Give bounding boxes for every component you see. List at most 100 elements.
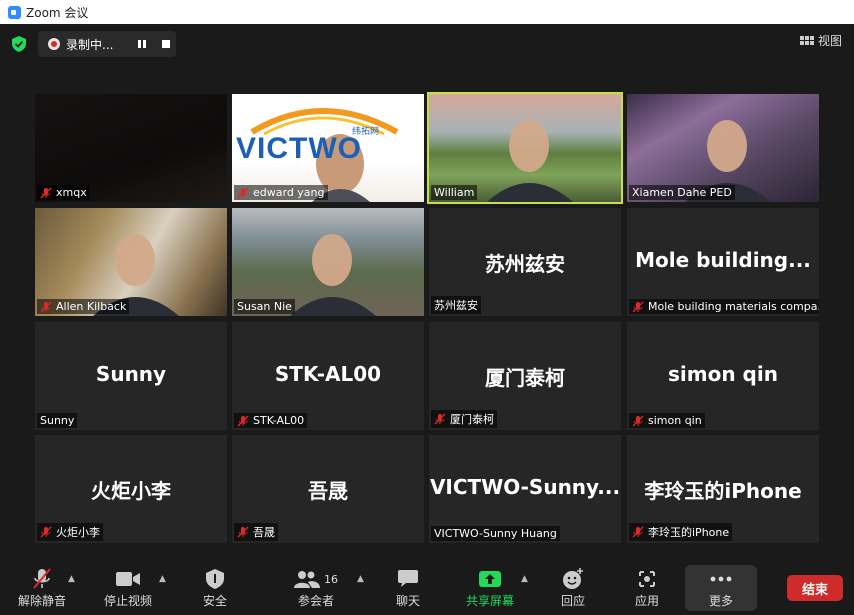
audio-options-chevron-icon[interactable]: ▲: [68, 574, 76, 584]
participant-name-label: simon qin: [629, 413, 705, 428]
participant-tile[interactable]: STK-AL00 STK-AL00: [232, 322, 424, 430]
participant-tile[interactable]: 吾晟 吾晟: [232, 435, 424, 543]
participant-name-label: Sunny: [37, 413, 78, 428]
participants-icon: 16: [294, 566, 338, 592]
participant-name: STK-AL00: [253, 414, 305, 427]
participant-tile[interactable]: VICTWO 纬拓网 edward yang: [232, 94, 424, 202]
participant-tile[interactable]: 厦门泰柯 厦门泰柯: [429, 322, 621, 430]
participant-name-label: William: [431, 185, 478, 200]
participant-name-label: 吾晟: [234, 523, 278, 541]
participant-name: Allen Kilback: [56, 300, 127, 313]
muted-microphone-icon: [40, 301, 52, 312]
share-options-chevron-icon[interactable]: ▲: [521, 574, 529, 584]
company-banner-cn: 纬拓网: [352, 127, 380, 137]
participant-display-name: VICTWO-Sunny...: [429, 475, 621, 499]
share-screen-icon: [479, 566, 501, 592]
participant-name: Xiamen Dahe PED: [632, 186, 732, 199]
muted-microphone-icon: [632, 301, 644, 312]
recording-dot-icon: [48, 38, 60, 50]
chat-button[interactable]: 聊天: [396, 566, 420, 609]
participant-tile[interactable]: 苏州兹安 苏州兹安: [429, 208, 621, 316]
reactions-label: 回应: [561, 594, 586, 608]
participant-name: 苏州兹安: [434, 299, 478, 312]
participant-name: 厦门泰柯: [450, 413, 494, 426]
participant-tile[interactable]: Susan Nie: [232, 208, 424, 316]
stop-video-label: 停止视频: [104, 594, 153, 608]
participant-tile[interactable]: Xiamen Dahe PED: [627, 94, 819, 202]
zoom-logo-icon: [8, 5, 21, 19]
participant-display-name: 火炬小李: [91, 479, 171, 503]
muted-microphone-icon: [237, 526, 249, 538]
more-button[interactable]: 更多: [685, 565, 757, 611]
muted-microphone-icon: [434, 413, 446, 425]
participant-display-name: 李玲玉的iPhone: [644, 479, 802, 503]
participant-name: VICTWO-Sunny Huang: [434, 527, 557, 540]
stop-recording-button[interactable]: [156, 34, 176, 54]
reactions-button[interactable]: 回应: [561, 566, 585, 609]
participant-name-label: Allen Kilback: [37, 299, 130, 314]
security-label: 安全: [203, 594, 228, 608]
participant-tile[interactable]: VICTWO-Sunny... VICTWO-Sunny Huang: [429, 435, 621, 543]
security-shield-icon[interactable]: [12, 36, 26, 52]
participant-name-label: 李玲玉的iPhone: [629, 523, 733, 541]
recording-label: 录制中...: [66, 37, 114, 52]
participant-tile[interactable]: William: [427, 92, 623, 204]
end-meeting-button[interactable]: 结束: [787, 575, 843, 601]
participant-name-label: STK-AL00: [234, 413, 308, 428]
window-titlebar: Zoom 会议: [0, 0, 854, 24]
video-camera-icon: [116, 566, 140, 592]
apps-button[interactable]: 应用: [635, 566, 659, 609]
view-button[interactable]: 视图: [799, 32, 842, 49]
participant-tile[interactable]: xmqx: [35, 94, 227, 202]
participant-name: William: [434, 186, 475, 199]
emoji-reaction-icon: [562, 566, 584, 592]
muted-microphone-icon: [31, 566, 53, 592]
participant-tile[interactable]: 火炬小李 火炬小李: [35, 435, 227, 543]
participant-name-label: edward yang: [234, 185, 328, 200]
participant-name: Sunny: [40, 414, 75, 427]
participant-tile[interactable]: 李玲玉的iPhone 李玲玉的iPhone: [627, 435, 819, 543]
stop-icon: [162, 40, 170, 48]
muted-microphone-icon: [237, 415, 249, 426]
pause-recording-button[interactable]: [132, 34, 152, 54]
grid-view-icon: [799, 36, 814, 45]
participant-display-name: STK-AL00: [274, 362, 382, 386]
participant-name-label: xmqx: [37, 185, 90, 200]
participant-tile[interactable]: Mole building... Mole building materials …: [627, 208, 819, 316]
window-title: Zoom 会议: [26, 5, 89, 20]
share-screen-button[interactable]: 共享屏幕: [466, 566, 514, 609]
participant-name: 吾晟: [253, 526, 275, 539]
unmute-label: 解除静音: [18, 594, 67, 608]
participant-display-name: 厦门泰柯: [485, 366, 565, 390]
participant-tile[interactable]: simon qin simon qin: [627, 322, 819, 430]
participant-display-name: simon qin: [668, 362, 778, 386]
participant-name-label: 火炬小李: [37, 523, 103, 541]
share-screen-label: 共享屏幕: [466, 594, 515, 608]
company-banner: VICTWO: [236, 132, 362, 165]
security-button[interactable]: 安全: [203, 566, 227, 609]
participants-options-chevron-icon[interactable]: ▲: [357, 574, 365, 584]
participants-button[interactable]: 16 参会者: [294, 566, 338, 609]
stop-video-button[interactable]: 停止视频: [104, 566, 152, 609]
participant-tile[interactable]: Allen Kilback: [35, 208, 227, 316]
muted-microphone-icon: [632, 415, 644, 426]
security-shield-icon: [206, 566, 224, 592]
participant-name: 火炬小李: [56, 526, 100, 539]
muted-microphone-icon: [40, 526, 52, 538]
participant-tile[interactable]: Sunny Sunny: [35, 322, 227, 430]
participant-name-label: VICTWO-Sunny Huang: [431, 526, 560, 541]
participant-name: simon qin: [648, 414, 702, 427]
participant-name: edward yang: [253, 186, 325, 199]
unmute-button[interactable]: 解除静音: [18, 566, 66, 609]
participant-name: 李玲玉的iPhone: [648, 526, 730, 539]
participant-name-label: Xiamen Dahe PED: [629, 185, 735, 200]
ellipsis-icon: [710, 566, 732, 592]
chat-bubble-icon: [398, 566, 418, 592]
muted-microphone-icon: [237, 187, 249, 198]
more-button-content: 更多: [709, 566, 733, 609]
more-label: 更多: [709, 594, 734, 608]
apps-label: 应用: [635, 594, 660, 608]
meeting-toolbar: 解除静音 ▲ 停止视频 ▲ 安全 16 参会者 ▲ 聊天 共享屏幕 ▲ 回应 应…: [0, 562, 854, 615]
video-options-chevron-icon[interactable]: ▲: [159, 574, 167, 584]
muted-microphone-icon: [632, 526, 644, 538]
